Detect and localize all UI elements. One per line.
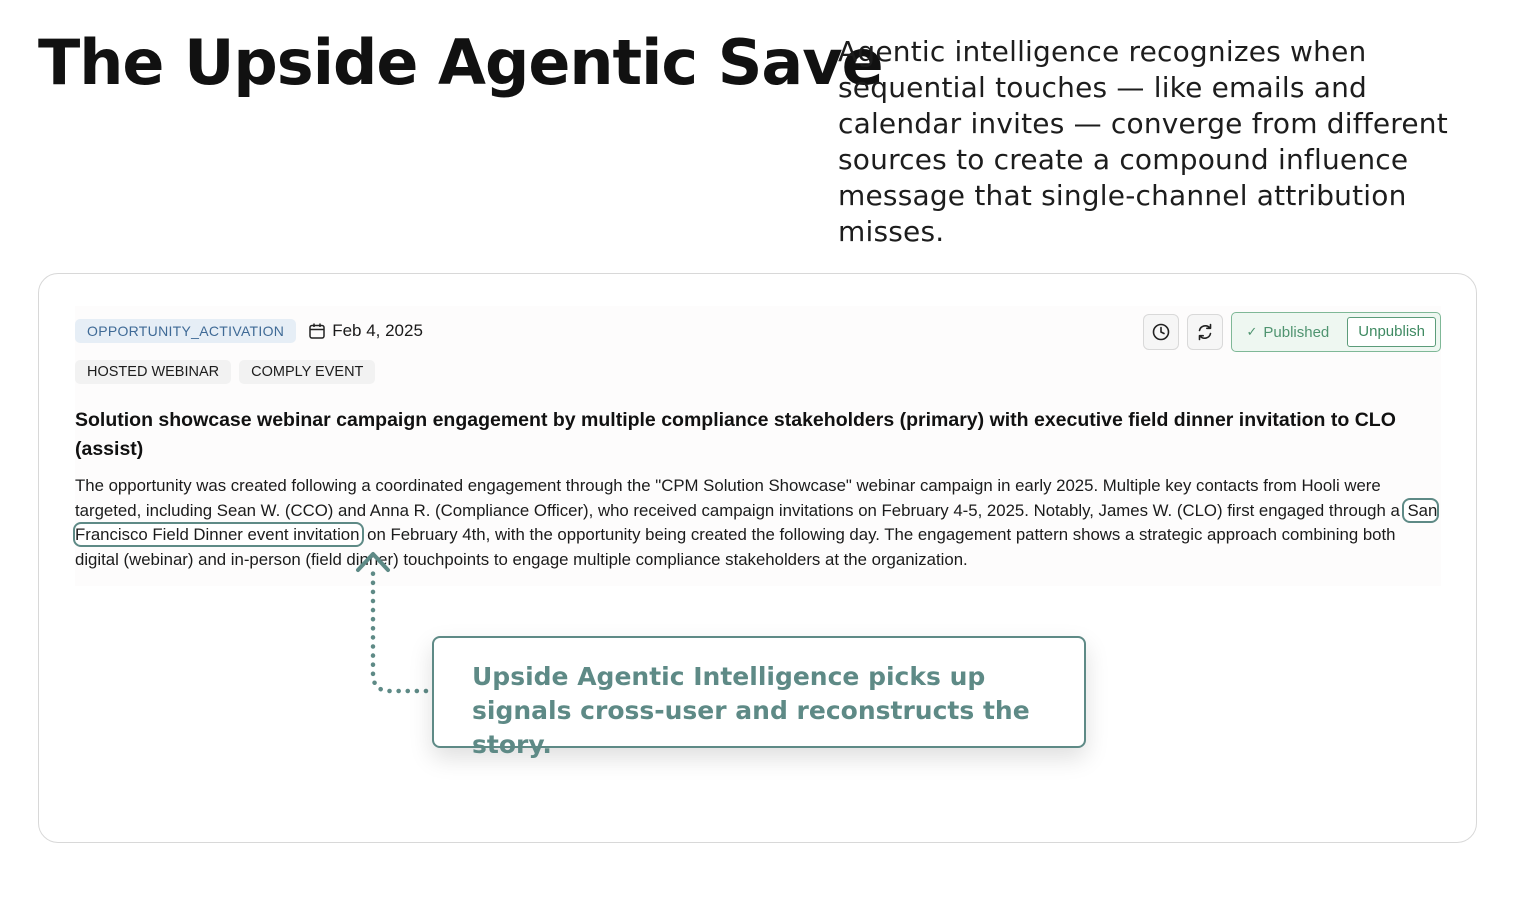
body-text-start: The opportunity was created following a …	[75, 476, 1405, 520]
callout-box: Upside Agentic Intelligence picks up sig…	[432, 636, 1086, 759]
record-meta: OPPORTUNITY_ACTIVATION Feb 4, 2025	[75, 318, 423, 344]
record-body: The opportunity was created following a …	[72, 474, 1441, 572]
hero-description: Agentic intelligence recognizes when seq…	[838, 35, 1448, 248]
record-date: Feb 4, 2025	[308, 321, 423, 341]
record-headline: Solution showcase webinar campaign engag…	[75, 409, 1396, 460]
published-label: Published	[1263, 323, 1330, 341]
record-actions: ✓ Published Unpublish	[1143, 312, 1441, 352]
history-button[interactable]	[1143, 314, 1180, 350]
refresh-button[interactable]	[1187, 314, 1224, 350]
calendar-icon	[309, 323, 325, 339]
page: The Upside Agentic Save Agentic intellig…	[0, 0, 1540, 912]
tag-hosted-webinar[interactable]: HOSTED WEBINAR	[75, 360, 232, 384]
published-status: ✓ Published	[1246, 324, 1329, 341]
clock-icon	[1153, 323, 1170, 341]
category-chip[interactable]: OPPORTUNITY_ACTIVATION	[75, 319, 297, 343]
check-icon: ✓	[1246, 324, 1258, 339]
tag-comply-event[interactable]: COMPLY EVENT	[239, 360, 376, 384]
record-panel: OPPORTUNITY_ACTIVATION Feb 4, 2025 ✓ Pub…	[72, 306, 1441, 586]
unpublish-button[interactable]: Unpublish	[1347, 317, 1436, 347]
date-label: Feb 4, 2025	[332, 321, 423, 340]
refresh-icon	[1199, 323, 1212, 341]
publish-status-group: ✓ Published Unpublish	[1231, 312, 1441, 352]
hero-title: The Upside Agentic Save	[38, 26, 884, 99]
callout-text: Upside Agentic Intelligence picks up sig…	[472, 662, 1030, 759]
tag-list: HOSTED WEBINAR COMPLY EVENT	[75, 360, 383, 384]
